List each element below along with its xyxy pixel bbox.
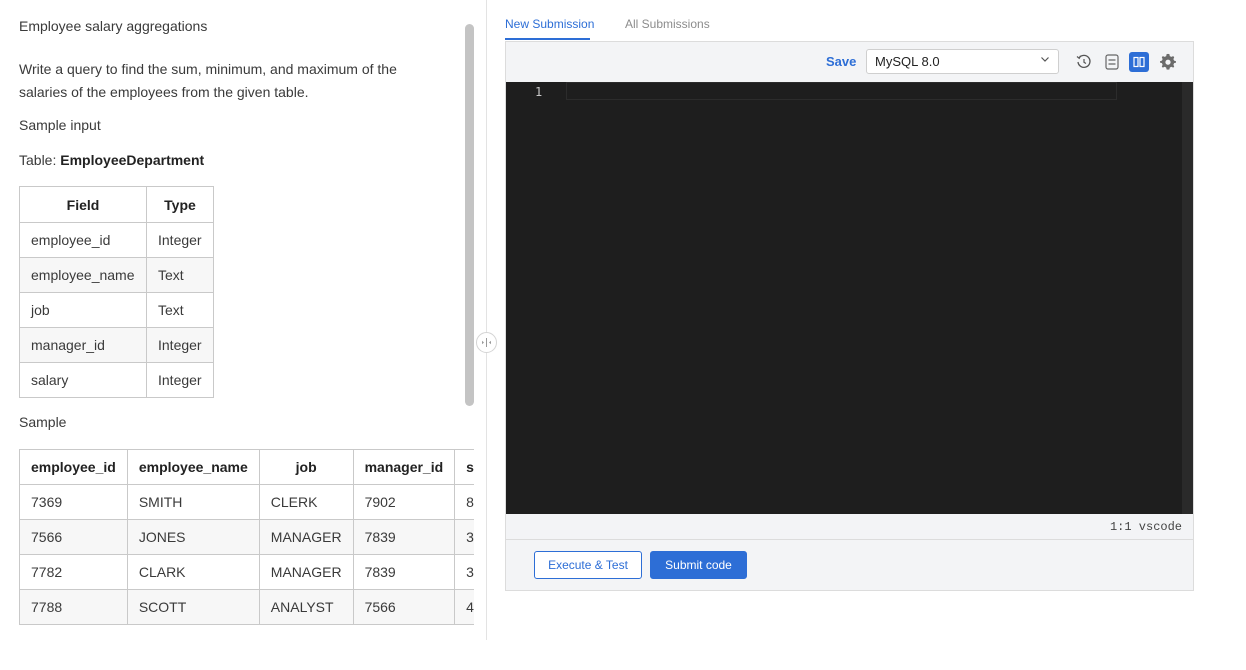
table-cell: Integer (146, 362, 214, 398)
execute-test-button[interactable]: Execute & Test (534, 551, 642, 579)
current-line-highlight (566, 82, 1117, 100)
table-header-row: Field Type (19, 186, 214, 223)
table-cell: ANALYST (258, 589, 354, 625)
table-cell: 4 (454, 589, 474, 625)
save-button[interactable]: Save (826, 54, 856, 69)
sample-label: Sample (19, 414, 67, 430)
table-caption: Table: EmployeeDepartment (19, 152, 204, 168)
table-cell: 3 (454, 519, 474, 555)
table-row: employee_name Text (19, 257, 214, 293)
table-cell: 3 (454, 554, 474, 590)
table-cell: 7788 (19, 589, 128, 625)
language-select-value: MySQL 8.0 (875, 54, 940, 69)
table-cell: MANAGER (258, 519, 354, 555)
table-header-row: employee_id employee_name job manager_id… (19, 449, 474, 485)
table-row: 7369 SMITH CLERK 7902 8 (19, 484, 474, 520)
table-cell: 7782 (19, 554, 128, 590)
sample-header: manager_id (352, 449, 456, 485)
table-cell: CLARK (126, 554, 260, 590)
editor-toolbar: Save MySQL 8.0 (506, 42, 1193, 82)
table-cell: JONES (126, 519, 260, 555)
table-cell: employee_id (19, 222, 147, 258)
editor-status-bar: 1:1 vscode (506, 514, 1193, 540)
sample-header: employee_name (126, 449, 260, 485)
tab-all-submissions[interactable]: All Submissions (625, 17, 710, 31)
sample-input-label: Sample input (19, 117, 101, 133)
table-cell: salary (19, 362, 147, 398)
table-cell: manager_id (19, 327, 147, 363)
table-cell: 7566 (19, 519, 128, 555)
table-cell: 7902 (352, 484, 456, 520)
pane-divider (486, 0, 487, 640)
table-row: salary Integer (19, 362, 214, 398)
table-cell: 7839 (352, 519, 456, 555)
rows-layout-icon[interactable] (1102, 52, 1122, 72)
problem-scrollbar[interactable] (465, 24, 474, 406)
table-name: EmployeeDepartment (60, 152, 205, 168)
table-cell: Integer (146, 327, 214, 363)
sample-header: sa (454, 449, 474, 485)
code-editor[interactable]: 1 (506, 82, 1193, 514)
sample-table: employee_id employee_name job manager_id… (19, 449, 474, 625)
schema-header-field: Field (19, 186, 147, 223)
table-row: manager_id Integer (19, 327, 214, 363)
problem-pane: Employee salary aggregations Write a que… (0, 0, 474, 640)
table-row: 7788 SCOTT ANALYST 7566 4 (19, 589, 474, 625)
table-cell: 7566 (352, 589, 456, 625)
table-cell: 7839 (352, 554, 456, 590)
problem-title: Employee salary aggregations (19, 18, 208, 34)
table-cell: MANAGER (258, 554, 354, 590)
active-tab-indicator (505, 38, 590, 40)
table-cell: Text (146, 292, 214, 328)
schema-table: Field Type employee_id Integer employee_n… (19, 186, 214, 398)
editor-scrollbar[interactable] (1182, 82, 1193, 514)
table-row: employee_id Integer (19, 222, 214, 258)
table-cell: 7369 (19, 484, 128, 520)
table-cell: employee_name (19, 257, 147, 293)
table-row: job Text (19, 292, 214, 328)
resize-handle-icon[interactable] (476, 332, 497, 353)
table-cell: job (19, 292, 147, 328)
problem-description: Write a query to find the sum, minimum, … (19, 61, 397, 100)
columns-layout-icon[interactable] (1129, 52, 1149, 72)
sample-header: employee_id (19, 449, 128, 485)
schema-header-type: Type (146, 186, 214, 223)
table-cell: CLERK (258, 484, 354, 520)
submit-code-button[interactable]: Submit code (650, 551, 747, 579)
sample-header: job (258, 449, 354, 485)
table-cell: SMITH (126, 484, 260, 520)
table-cell: Text (146, 257, 214, 293)
table-caption-prefix: Table: (19, 152, 61, 168)
tab-new-submission[interactable]: New Submission (505, 17, 594, 31)
line-number: 1 (535, 85, 543, 99)
table-cell: Integer (146, 222, 214, 258)
table-cell: SCOTT (126, 589, 260, 625)
table-row: 7782 CLARK MANAGER 7839 3 (19, 554, 474, 590)
code-editor-panel: Save MySQL 8.0 1 1:1 vscode Execute & Te… (505, 41, 1194, 591)
cursor-position-status: 1:1 vscode (1109, 520, 1182, 534)
table-row: 7566 JONES MANAGER 7839 3 (19, 519, 474, 555)
gear-icon[interactable] (1158, 52, 1178, 72)
chevron-down-icon (1040, 54, 1050, 67)
table-cell: 8 (454, 484, 474, 520)
history-icon[interactable] (1074, 52, 1094, 72)
language-select[interactable]: MySQL 8.0 (866, 49, 1059, 74)
